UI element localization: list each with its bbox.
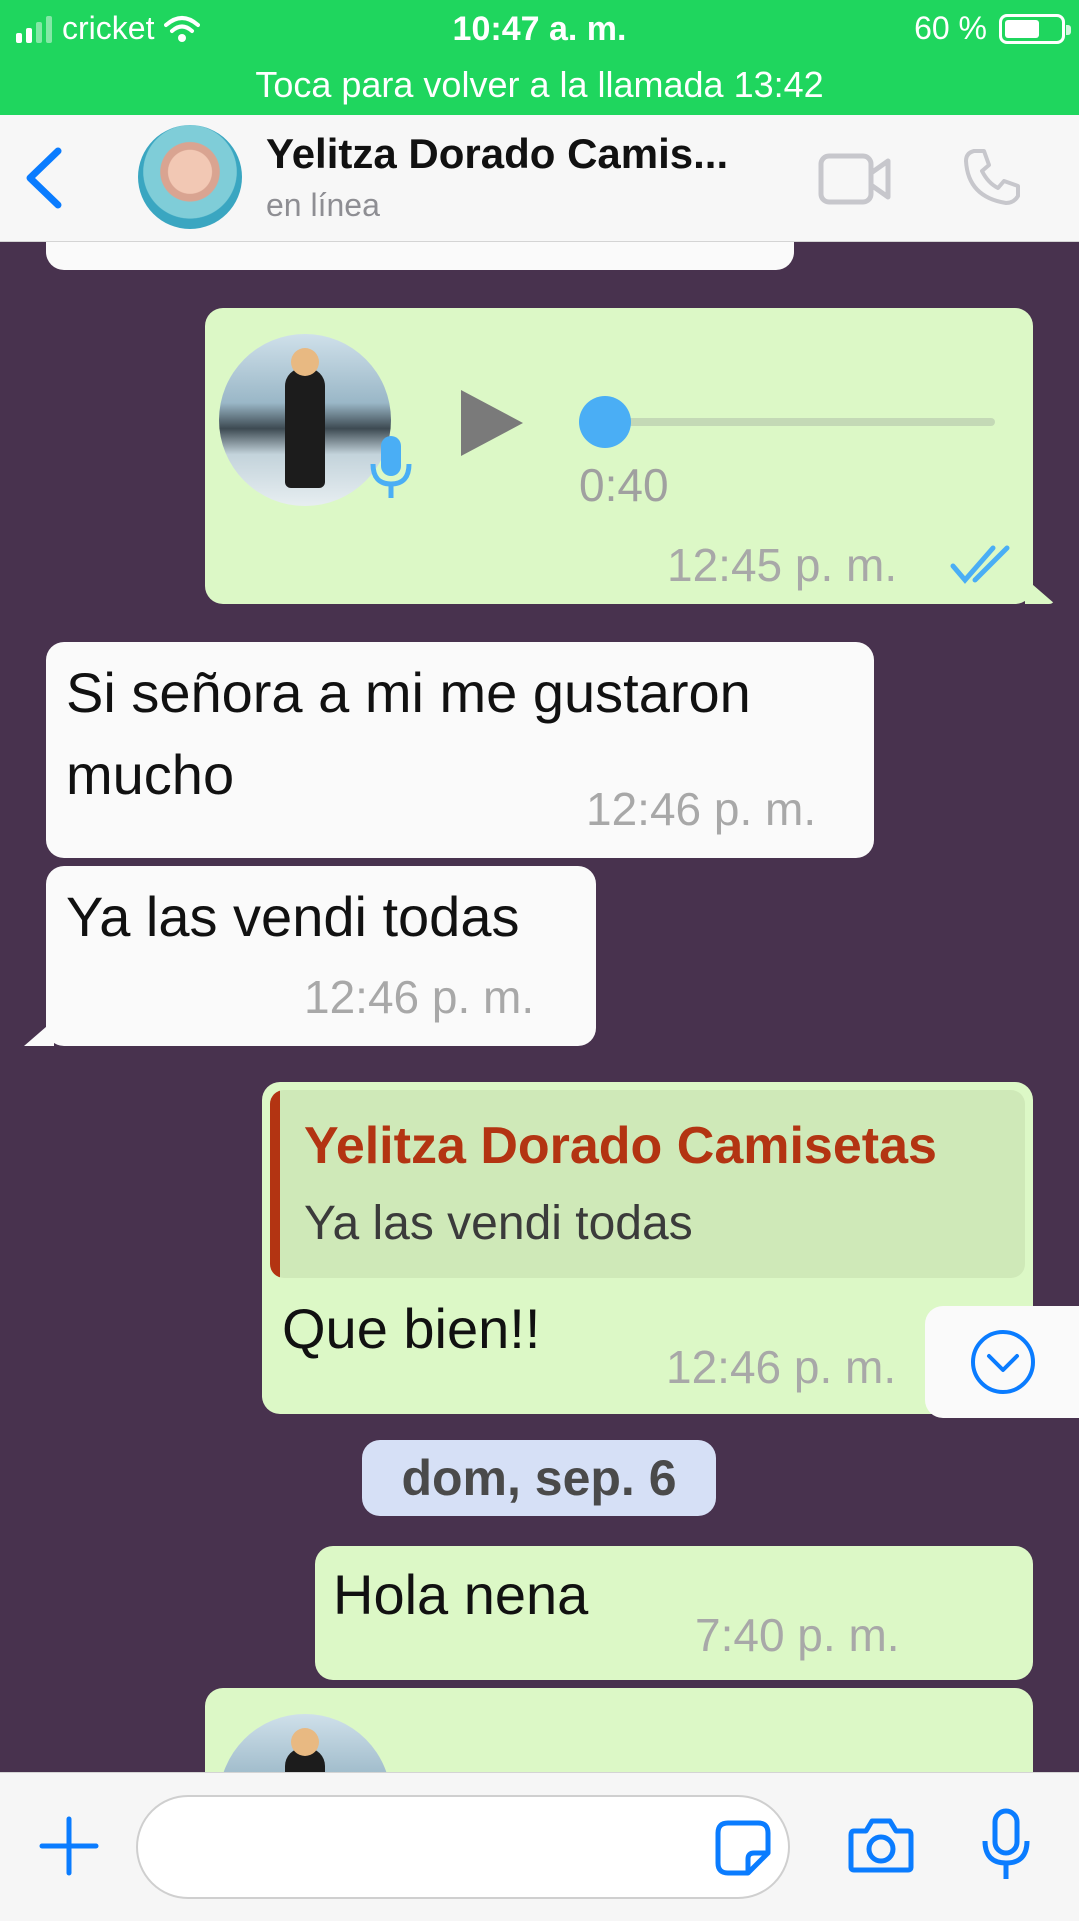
read-receipt-icon [950,545,1010,584]
contact-status: en línea [266,187,380,223]
contact-avatar[interactable] [138,125,242,229]
back-chevron-icon[interactable] [20,145,70,211]
message-input[interactable] [136,1795,790,1899]
message-time: 12:46 p. m. [666,1341,897,1393]
message-text-line: Hola nena [333,1563,589,1626]
message-time: 12:46 p. m. [304,971,535,1023]
message-text-line: Ya las vendi todas [66,885,520,948]
message-time: 12:46 p. m. [586,783,817,835]
quoted-text: Ya las vendi todas [304,1197,693,1250]
reply-message-bubble[interactable]: Yelitza Dorado Camisetas Ya las vendi to… [262,1082,1033,1414]
quoted-sender-name: Yelitza Dorado Camisetas [304,1117,937,1175]
audio-progress-knob[interactable] [579,396,631,448]
voice-message-bubble[interactable]: 0:40 12:45 p. m. [205,308,1033,604]
audio-progress-track[interactable] [587,418,995,426]
camera-icon[interactable] [848,1817,914,1873]
microphone-icon[interactable] [980,1807,1032,1883]
chat-header: Yelitza Dorado Camis... en línea [0,115,1079,242]
message-text: Que bien!! [282,1297,541,1360]
battery-icon [999,13,1071,44]
message-text-line: Si señora a mi me gustaron [66,661,751,724]
quoted-message[interactable]: Yelitza Dorado Camisetas Ya las vendi to… [270,1090,1025,1278]
sender-photo [219,1714,391,1772]
play-icon[interactable] [461,390,523,456]
contact-name[interactable]: Yelitza Dorado Camis... [266,130,728,178]
message-bubble-incoming[interactable]: Si señora a mi me gustaron mucho 12:46 p… [46,642,874,858]
message-input-bar [0,1772,1079,1921]
message-bubble-outgoing[interactable]: Hola nena 7:40 p. m. [315,1546,1033,1680]
voice-message-bubble-partial[interactable] [205,1688,1033,1772]
message-list[interactable]: 0:40 12:45 p. m. Si señora a mi me gusta… [0,242,1079,1772]
quote-accent-bar [270,1090,280,1278]
return-to-call-text[interactable]: Toca para volver a la llamada 13:42 [0,64,1079,106]
video-camera-icon[interactable] [818,153,892,205]
scroll-to-bottom-button[interactable] [925,1306,1079,1418]
battery-status: 60 % [914,10,1071,47]
chevron-down-circle-icon [971,1330,1035,1394]
message-text-line: mucho [66,743,235,806]
call-banner-area[interactable]: cricket 10:47 a. m. 60 % Toca para volve… [0,0,1079,115]
message-bubble-incoming[interactable]: Ya las vendi todas 12:46 p. m. [46,866,596,1046]
phone-icon[interactable] [962,147,1022,207]
sticker-icon[interactable] [714,1819,772,1877]
message-bubble-partial [46,242,794,270]
date-separator: dom, sep. 6 [362,1440,716,1516]
battery-percent: 60 % [914,10,987,46]
plus-icon[interactable] [38,1815,100,1877]
voice-duration: 0:40 [579,459,669,511]
message-time: 12:45 p. m. [667,539,898,591]
message-time: 7:40 p. m. [695,1609,900,1661]
microphone-badge-icon [370,436,412,498]
sender-photo [219,334,391,506]
